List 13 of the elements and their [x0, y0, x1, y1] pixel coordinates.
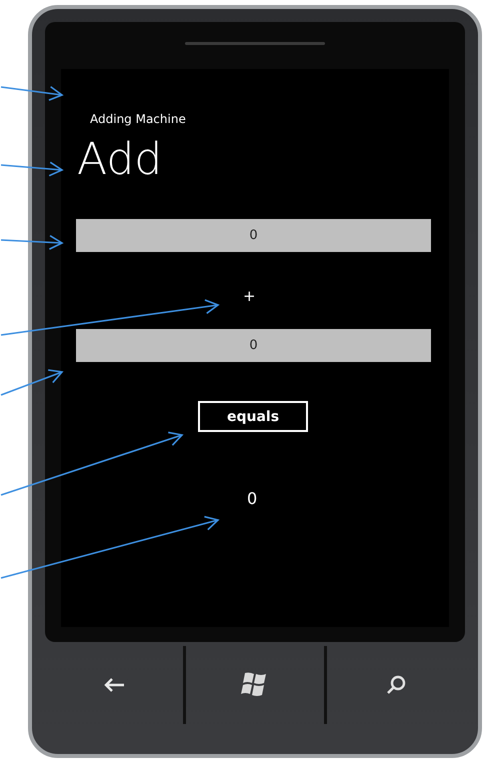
annotation-arrow: [0, 86, 64, 101]
result-text: 0: [247, 489, 258, 509]
app-title: Adding Machine: [90, 112, 186, 126]
page-title: Add: [77, 136, 162, 184]
annotation-arrow: [0, 235, 64, 250]
number-field[interactable]: 0: [76, 329, 431, 362]
plus-sign: +: [243, 287, 256, 305]
search-icon[interactable]: [386, 675, 406, 695]
annotation-arrow: [0, 162, 64, 176]
back-icon[interactable]: [103, 677, 125, 693]
equals-button[interactable]: equals: [198, 401, 308, 432]
number-field[interactable]: 0: [76, 219, 431, 252]
annotation-arrow: [0, 369, 64, 396]
